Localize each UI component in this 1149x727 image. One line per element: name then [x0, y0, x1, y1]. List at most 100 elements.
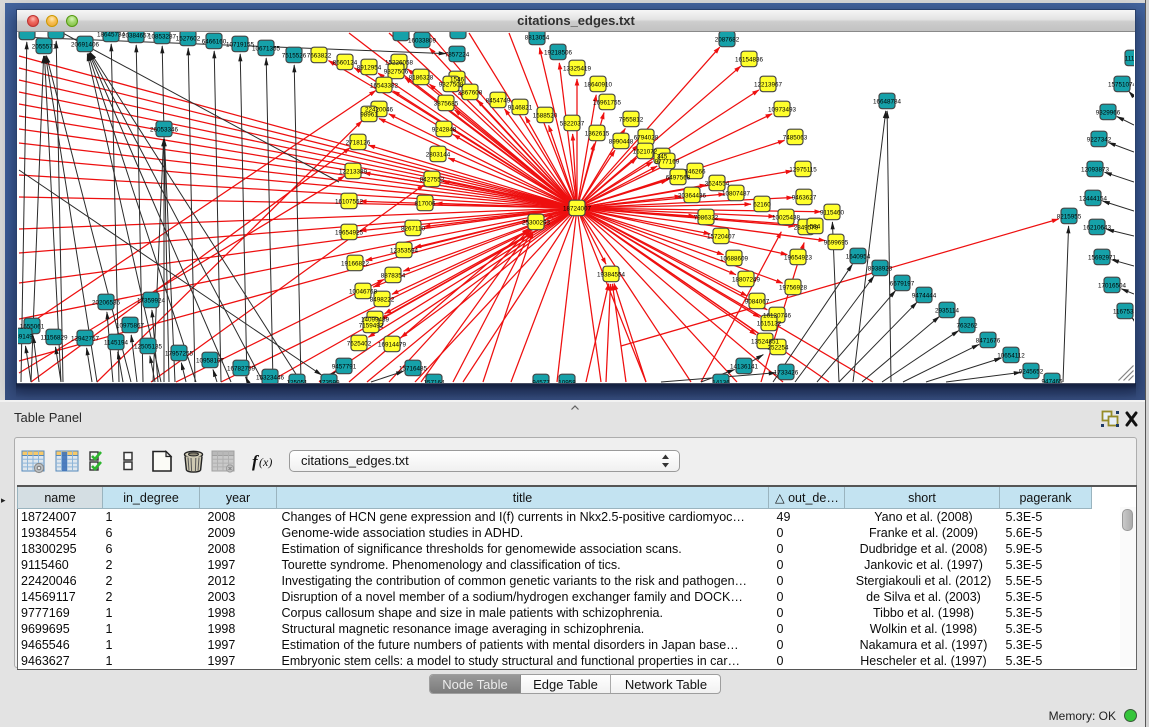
svg-text:6466160: 6466160 — [202, 38, 227, 45]
svg-text:10025438: 10025438 — [772, 214, 801, 221]
svg-text:9227342: 9227342 — [1087, 136, 1112, 143]
svg-text:19654923: 19654923 — [784, 254, 813, 261]
svg-text:252254: 252254 — [767, 344, 789, 351]
svg-text:7663822: 7663822 — [307, 52, 332, 59]
svg-text:2803144: 2803144 — [426, 151, 451, 158]
svg-text:12213967: 12213967 — [754, 81, 783, 88]
svg-text:15751074: 15751074 — [1108, 81, 1134, 88]
svg-text:8990448: 8990448 — [609, 138, 634, 145]
svg-text:15716485: 15716485 — [399, 365, 428, 372]
svg-text:(x): (x) — [259, 455, 272, 469]
svg-text:19756928: 19756928 — [779, 284, 808, 291]
svg-text:12093873: 12093873 — [1081, 166, 1110, 173]
svg-text:15226058: 15226058 — [385, 59, 414, 66]
svg-text:16107552: 16107552 — [335, 198, 364, 205]
svg-text:1588520: 1588520 — [533, 112, 558, 119]
svg-text:16543382: 16543382 — [370, 82, 399, 89]
svg-text:19384554: 19384554 — [597, 271, 626, 278]
svg-text:9699695: 9699695 — [824, 239, 849, 246]
svg-text:16033809: 16033809 — [408, 37, 437, 44]
svg-text:817006: 817006 — [414, 200, 436, 207]
svg-text:2087682: 2087682 — [715, 36, 740, 43]
svg-text:16210643: 16210643 — [1083, 224, 1112, 231]
svg-text:16154836: 16154836 — [735, 56, 764, 63]
svg-text:9146821: 9146821 — [508, 104, 533, 111]
svg-text:26053346: 26053346 — [150, 126, 179, 133]
svg-text:9329966: 9329966 — [1096, 109, 1121, 116]
svg-text:9777169: 9777169 — [655, 158, 680, 165]
svg-text:1655061: 1655061 — [20, 323, 45, 330]
svg-text:10671355: 10671355 — [252, 45, 281, 52]
svg-text:9327508: 9327508 — [439, 81, 464, 88]
svg-text:12213389: 12213389 — [339, 168, 368, 175]
svg-text:19166822: 19166822 — [341, 260, 370, 267]
svg-text:13325419: 13325419 — [563, 65, 592, 72]
svg-text:39149: 39149 — [18, 333, 33, 340]
svg-text:20691406: 20691406 — [71, 41, 100, 48]
svg-text:20384657: 20384657 — [122, 32, 151, 39]
svg-text:15692971: 15692971 — [1088, 254, 1117, 261]
svg-text:2935114: 2935114 — [935, 307, 960, 314]
svg-text:10046768: 10046768 — [349, 288, 378, 295]
svg-text:12942757: 12942757 — [71, 335, 100, 342]
svg-text:12444154: 12444154 — [1079, 195, 1108, 202]
svg-text:20206536: 20206536 — [92, 299, 121, 306]
svg-text:18724007: 18724007 — [563, 205, 592, 212]
svg-text:7485063: 7485063 — [783, 134, 808, 141]
svg-text:8454749: 8454749 — [486, 97, 511, 104]
svg-text:8186328: 8186328 — [409, 74, 434, 81]
svg-text:763262: 763262 — [956, 322, 978, 329]
svg-text:9327506: 9327506 — [384, 68, 409, 75]
svg-text:3624554: 3624554 — [705, 180, 730, 187]
svg-text:7986322: 7986322 — [694, 214, 719, 221]
svg-text:14136141: 14136141 — [730, 363, 759, 370]
svg-text:25300293: 25300293 — [522, 219, 551, 226]
svg-text:10688609: 10688609 — [720, 255, 749, 262]
svg-text:8660124: 8660124 — [333, 59, 358, 66]
svg-text:12505135: 12505135 — [134, 343, 163, 350]
svg-text:19654925: 19654925 — [335, 229, 364, 236]
svg-text:1527602: 1527602 — [176, 35, 201, 42]
svg-text:8912954: 8912954 — [357, 64, 382, 71]
svg-text:9463627: 9463627 — [792, 194, 817, 201]
svg-text:1640954: 1640954 — [846, 253, 871, 260]
svg-text:16648784: 16648784 — [873, 98, 902, 105]
svg-text:16961755: 16961755 — [593, 99, 622, 106]
svg-text:8813054: 8813054 — [525, 34, 550, 41]
svg-text:7857224: 7857224 — [445, 51, 470, 58]
svg-text:1621072: 1621072 — [633, 148, 658, 155]
svg-text:12975115: 12975115 — [789, 166, 817, 173]
svg-text:98961: 98961 — [360, 111, 378, 118]
svg-text:12353594: 12353594 — [390, 247, 419, 254]
svg-text:10853287: 10853287 — [148, 33, 177, 40]
svg-text:2055571: 2055571 — [32, 43, 57, 50]
svg-text:8498222: 8498222 — [370, 296, 395, 303]
svg-text:16782759: 16782759 — [227, 365, 256, 372]
svg-text:8878354: 8878354 — [381, 272, 406, 279]
svg-text:6794028: 6794028 — [634, 134, 659, 141]
svg-text:18640910: 18640910 — [584, 81, 613, 88]
svg-text:15720407: 15720407 — [707, 233, 736, 240]
svg-text:9474444: 9474444 — [912, 292, 937, 299]
svg-text:16120746: 16120746 — [763, 312, 792, 319]
svg-text:16914479: 16914479 — [378, 341, 407, 348]
svg-text:7515526: 7515526 — [282, 52, 307, 59]
svg-text:2867608: 2867608 — [458, 89, 483, 96]
svg-text:10807487: 10807487 — [722, 190, 751, 197]
svg-text:17359924: 17359924 — [137, 297, 166, 304]
svg-text:3875685: 3875685 — [434, 100, 459, 107]
svg-text:11156829: 11156829 — [40, 334, 68, 341]
svg-text:1362615: 1362615 — [585, 130, 610, 137]
svg-text:6497568: 6497568 — [666, 174, 691, 181]
svg-text:1733426: 1733426 — [774, 369, 799, 376]
svg-text:8267110: 8267110 — [401, 225, 426, 232]
svg-text:8215955: 8215955 — [1057, 213, 1082, 220]
svg-text:18807249: 18807249 — [732, 276, 761, 283]
svg-text:9457791: 9457791 — [332, 363, 357, 370]
svg-text:1167533: 1167533 — [1113, 308, 1134, 315]
svg-text:20364436: 20364436 — [678, 192, 707, 199]
svg-text:1145194: 1145194 — [104, 339, 129, 346]
svg-text:10973493: 10973493 — [768, 106, 797, 113]
svg-text:746266: 746266 — [684, 168, 706, 175]
svg-text:584: 584 — [810, 223, 821, 230]
